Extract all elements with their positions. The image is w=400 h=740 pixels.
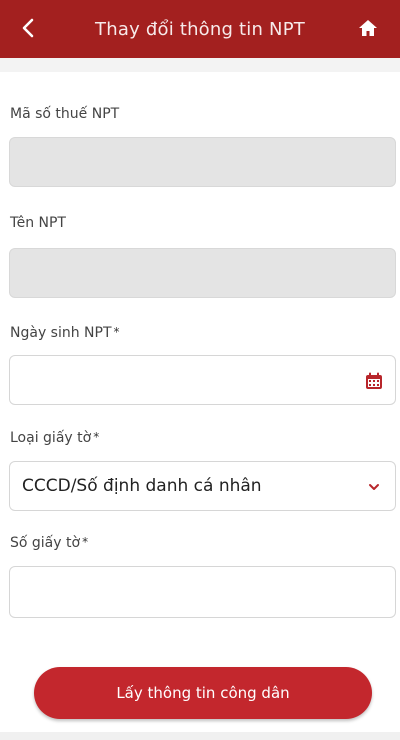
- dob-input[interactable]: [10, 356, 395, 404]
- footer-bar: [0, 732, 400, 740]
- doc-number-label: Số giấy tờ *: [10, 535, 88, 551]
- page-title: Thay đổi thông tin NPT: [95, 18, 305, 40]
- home-button[interactable]: [352, 12, 384, 44]
- required-mark: *: [82, 535, 89, 549]
- doc-type-value: CCCD/Số định danh cá nhân: [22, 476, 262, 496]
- required-mark: *: [93, 430, 100, 444]
- back-button[interactable]: [12, 12, 44, 44]
- name-input: [10, 249, 395, 297]
- tax-code-field: [9, 137, 396, 187]
- doc-type-select[interactable]: CCCD/Số định danh cá nhân: [9, 461, 396, 511]
- dob-field[interactable]: [9, 355, 396, 405]
- tax-code-input: [10, 138, 395, 186]
- doc-number-field[interactable]: [9, 566, 396, 618]
- chevron-down-icon: [369, 484, 379, 490]
- doc-type-label: Loại giấy tờ *: [10, 430, 99, 446]
- tax-code-label: Mã số thuế NPT: [10, 106, 120, 122]
- dob-label-text: Ngày sinh NPT: [10, 325, 112, 341]
- header-shadow-bar: [0, 58, 400, 72]
- doc-number-input[interactable]: [10, 567, 395, 617]
- app-header: Thay đổi thông tin NPT: [0, 0, 400, 58]
- required-mark: *: [113, 325, 120, 339]
- name-field: [9, 248, 396, 298]
- calendar-icon[interactable]: [365, 372, 383, 390]
- home-icon: [359, 20, 377, 36]
- back-icon: [22, 18, 34, 38]
- dob-label: Ngày sinh NPT *: [10, 325, 120, 341]
- name-label: Tên NPT: [10, 215, 66, 231]
- doc-type-label-text: Loại giấy tờ: [10, 430, 92, 446]
- doc-number-label-text: Số giấy tờ: [10, 535, 81, 551]
- fetch-citizen-info-button[interactable]: Lấy thông tin công dân: [34, 667, 372, 719]
